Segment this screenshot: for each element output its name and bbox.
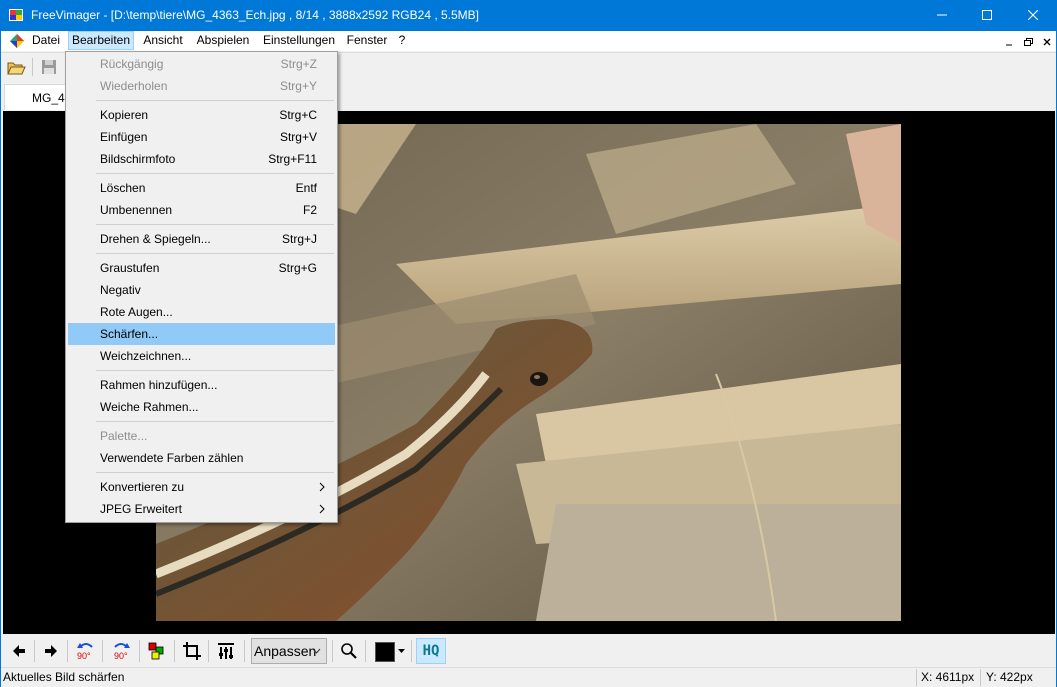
- minimize-icon: [937, 14, 947, 16]
- toolbar-separator: [332, 640, 333, 662]
- color-squares-icon: [148, 642, 164, 660]
- menu-separator: [96, 370, 334, 371]
- menu-item-add-frame[interactable]: Rahmen hinzufügen...: [68, 374, 335, 396]
- menu-item-paste[interactable]: Einfügen Strg+V: [68, 126, 335, 148]
- magnifier-icon: [341, 643, 357, 659]
- menu-separator: [96, 253, 334, 254]
- save-button[interactable]: [38, 56, 60, 78]
- toolbar-separator: [244, 640, 245, 662]
- edit-menu-dropdown: Rückgängig Strg+Z Wiederholen Strg+Y Kopie…: [65, 51, 338, 523]
- status-divider: [916, 669, 917, 686]
- rotate-left-button[interactable]: 90°: [73, 639, 97, 663]
- window-border-left: [0, 31, 1, 687]
- background-color-button[interactable]: [372, 639, 408, 663]
- bottom-toolbar: 90° 90° Anpassen HQ: [1, 634, 1056, 667]
- close-button[interactable]: [1010, 0, 1056, 31]
- maximize-icon: [982, 10, 992, 20]
- chevron-down-icon: [312, 648, 321, 654]
- status-divider: [980, 669, 981, 686]
- toolbar-separator: [174, 640, 175, 662]
- sliders-icon: [218, 643, 234, 659]
- menu-einstellungen[interactable]: Einstellungen: [260, 31, 338, 50]
- menu-separator: [96, 100, 334, 101]
- minimize-icon: [1006, 44, 1012, 46]
- menu-item-negative[interactable]: Negativ: [68, 279, 335, 301]
- caret-down-icon: [398, 649, 405, 653]
- menu-item-undo[interactable]: Rückgängig Strg+Z: [68, 53, 335, 75]
- menu-bar: Datei Bearbeiten Ansicht Abspielen Einst…: [1, 31, 1056, 51]
- color-swatch: [375, 642, 395, 662]
- hq-toggle-button[interactable]: HQ: [416, 638, 446, 664]
- menu-separator: [96, 472, 334, 473]
- menu-item-redo[interactable]: Wiederholen Strg+Y: [68, 75, 335, 97]
- rotate-right-button[interactable]: 90°: [108, 639, 132, 663]
- previous-button[interactable]: [7, 639, 31, 663]
- adjust-levels-button[interactable]: [214, 639, 238, 663]
- menu-item-delete[interactable]: Löschen Entf: [68, 177, 335, 199]
- menu-separator: [96, 224, 334, 225]
- menu-item-red-eye[interactable]: Rote Augen...: [68, 301, 335, 323]
- menu-separator: [96, 421, 334, 422]
- document-icon[interactable]: [9, 33, 25, 49]
- crop-icon: [183, 642, 201, 660]
- status-bar: Aktuelles Bild schärfen X: 4611px Y: 422…: [1, 667, 1056, 687]
- close-icon: [1043, 38, 1051, 46]
- chevron-right-icon: [319, 504, 325, 514]
- app-icon: [9, 9, 23, 21]
- mdi-minimize-button[interactable]: [1000, 34, 1018, 50]
- arrow-left-icon: [13, 645, 25, 657]
- zoom-select[interactable]: Anpassen: [251, 638, 327, 664]
- zoom-value: Anpassen: [254, 643, 317, 659]
- toolbar-separator: [32, 58, 33, 76]
- save-icon: [42, 60, 56, 74]
- zoom-button[interactable]: [337, 639, 361, 663]
- menu-item-jpeg-advanced[interactable]: JPEG Erweitert: [68, 498, 335, 520]
- menu-item-blur[interactable]: Weichzeichnen...: [68, 345, 335, 367]
- rotate-right-label: 90°: [114, 651, 128, 661]
- menu-item-convert-to[interactable]: Konvertieren zu: [68, 476, 335, 498]
- menu-item-sharpen[interactable]: Schärfen...: [68, 323, 335, 345]
- close-icon: [1028, 10, 1038, 20]
- open-button[interactable]: [5, 56, 27, 78]
- toolbar-separator: [34, 640, 35, 662]
- menu-ansicht[interactable]: Ansicht: [139, 31, 187, 50]
- restore-icon: [1024, 38, 1033, 46]
- menu-item-rotate-flip[interactable]: Drehen & Spiegeln... Strg+J: [68, 228, 335, 250]
- menu-item-palette[interactable]: Palette...: [68, 425, 335, 447]
- menu-datei[interactable]: Datei: [30, 31, 62, 50]
- chevron-right-icon: [319, 482, 325, 492]
- menu-item-screenshot[interactable]: Bildschirmfoto Strg+F11: [68, 148, 335, 170]
- status-y-coordinate: Y: 422px: [986, 670, 1033, 684]
- color-adjust-button[interactable]: [145, 639, 169, 663]
- status-message: Aktuelles Bild schärfen: [3, 670, 125, 684]
- toolbar-separator: [365, 640, 366, 662]
- toolbar-separator: [102, 640, 103, 662]
- menu-fenster[interactable]: Fenster: [345, 31, 389, 50]
- menu-help[interactable]: ?: [395, 31, 409, 50]
- arrow-right-icon: [45, 645, 57, 657]
- rotate-left-label: 90°: [77, 651, 91, 661]
- toolbar-separator: [411, 640, 412, 662]
- window-title: FreeVimager - [D:\temp\tiere\MG_4363_Ech…: [31, 8, 480, 22]
- menu-item-copy[interactable]: Kopieren Strg+C: [68, 104, 335, 126]
- title-bar: FreeVimager - [D:\temp\tiere\MG_4363_Ech…: [0, 0, 1057, 31]
- status-x-coordinate: X: 4611px: [921, 670, 975, 684]
- minimize-button[interactable]: [919, 0, 965, 31]
- mdi-close-button[interactable]: [1038, 34, 1056, 50]
- mdi-restore-button[interactable]: [1019, 34, 1037, 50]
- menu-item-rename[interactable]: Umbenennen F2: [68, 199, 335, 221]
- folder-open-icon: [7, 62, 26, 75]
- menu-abspielen[interactable]: Abspielen: [194, 31, 252, 50]
- menu-item-count-colors[interactable]: Verwendete Farben zählen: [68, 447, 335, 469]
- menu-bearbeiten[interactable]: Bearbeiten: [68, 31, 134, 50]
- maximize-button[interactable]: [964, 0, 1010, 31]
- crop-button[interactable]: [180, 639, 204, 663]
- toolbar-separator: [208, 640, 209, 662]
- next-button[interactable]: [39, 639, 63, 663]
- menu-item-grayscale[interactable]: Graustufen Strg+G: [68, 257, 335, 279]
- toolbar-separator: [67, 640, 68, 662]
- toolbar-separator: [139, 640, 140, 662]
- menu-separator: [96, 173, 334, 174]
- menu-item-soft-frame[interactable]: Weiche Rahmen...: [68, 396, 335, 418]
